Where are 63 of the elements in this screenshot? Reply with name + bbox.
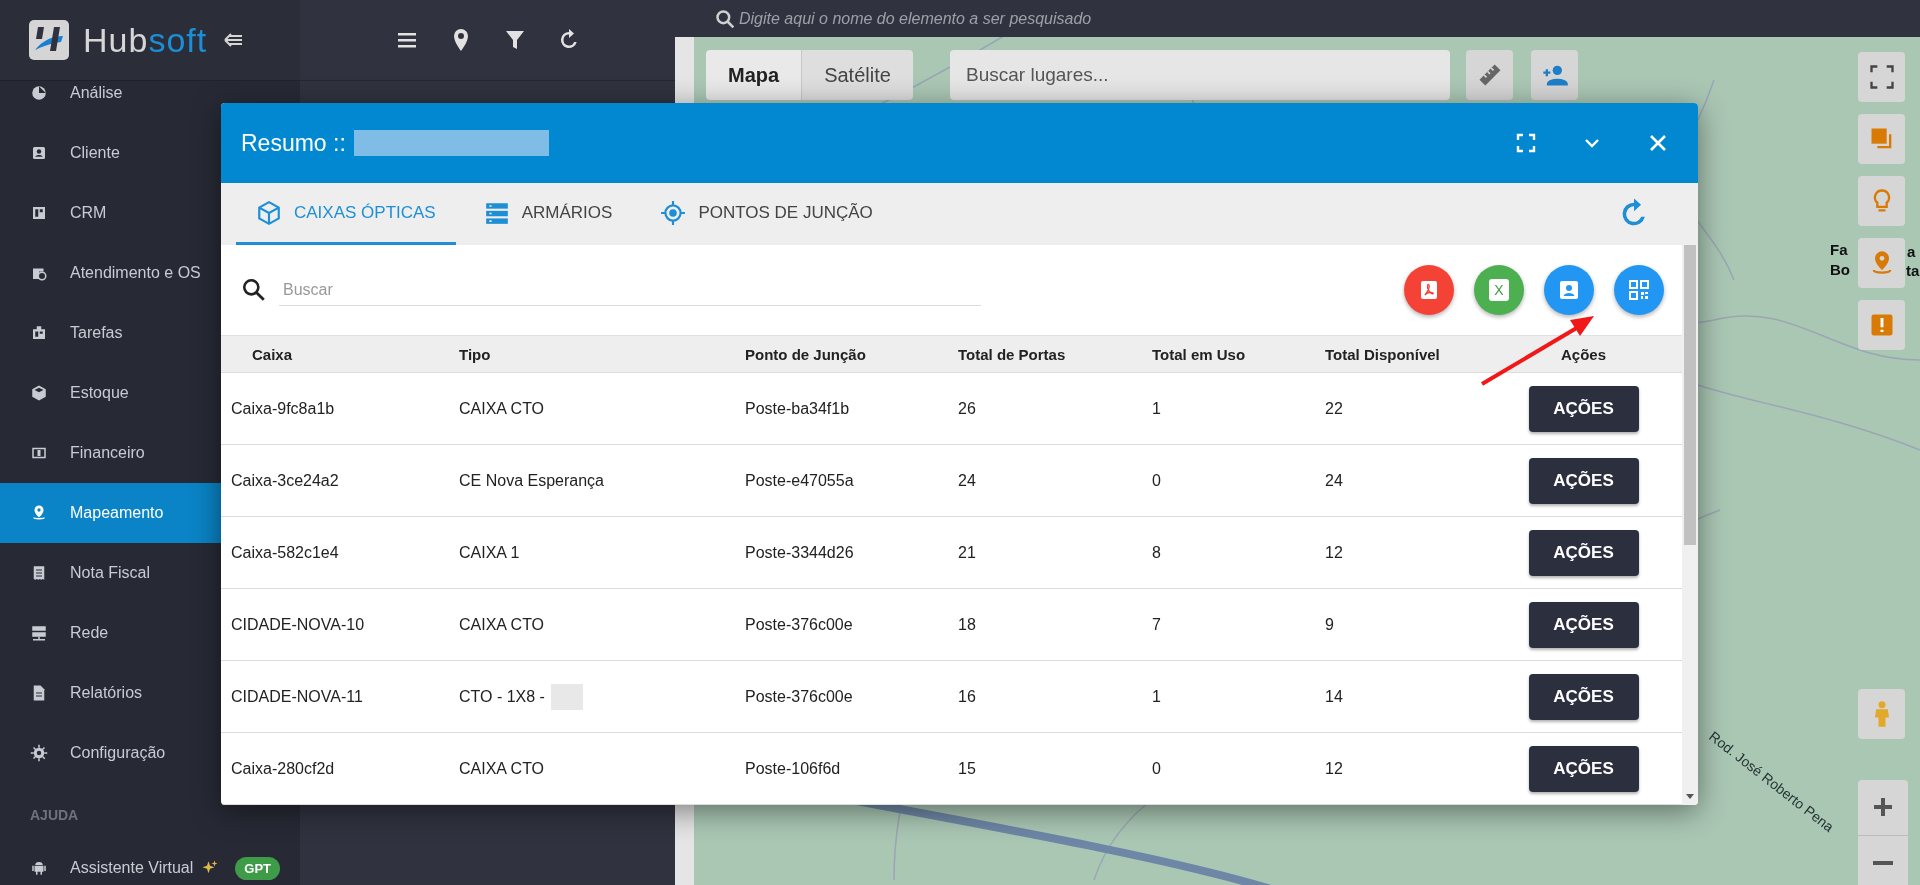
dialog-title: Resumo ::: [241, 129, 346, 157]
place-label: Fa: [1830, 242, 1848, 259]
table-cell-text: 0: [1152, 470, 1162, 491]
table-cell-text: 21: [958, 542, 977, 563]
sidebar-item-label: Assistente Virtual: [70, 859, 194, 877]
sidebar-item-label: Cliente: [70, 144, 120, 162]
table-cell-text: CIDADE-NOVA-11: [230, 686, 364, 707]
gpt-badge: GPT: [235, 856, 281, 880]
table-cell-text: 0: [1152, 758, 1162, 779]
table-cell-text: 12: [1325, 542, 1344, 563]
sidebar-item-label: Tarefas: [70, 324, 123, 342]
table-cell-text: 7: [1152, 614, 1162, 635]
table-cell-text: 24: [1325, 470, 1344, 491]
table-cell-text: Poste-106f6d: [745, 758, 842, 779]
sidebar-item-label: Análise: [70, 84, 123, 102]
sidebar-item-label: Relatórios: [70, 684, 143, 702]
sidebar-item-label: Atendimento e OS: [70, 264, 201, 282]
table-cell-text: 1: [1152, 686, 1162, 707]
place-label: ta: [1906, 263, 1920, 280]
table-cell-text: 22: [1325, 398, 1344, 419]
column-header: Ações: [1560, 344, 1607, 365]
table-cell-text: 15: [958, 758, 977, 779]
table-cell-text: 8: [1152, 542, 1162, 563]
table-cell-text: Poste-e47055a: [745, 470, 855, 491]
place-label: a: [1907, 244, 1916, 261]
table-cell-text: 26: [958, 398, 977, 419]
table-cell-text: 14: [1325, 686, 1344, 707]
table-cell-text: Poste-376c00e: [745, 686, 854, 707]
table-cell-text: Poste-ba34f1b: [745, 398, 851, 419]
table-cell: CAIXA CTO: [459, 615, 545, 634]
sidebar-item-label: Estoque: [70, 384, 129, 402]
column-header: Total de Portas: [958, 344, 1067, 365]
table-cell: CAIXA CTO: [459, 399, 545, 418]
column-header: Total Disponível: [1325, 344, 1441, 365]
column-header: Tipo: [459, 344, 492, 365]
table-cell-text: 16: [958, 686, 977, 707]
table-cell-text: 24: [958, 470, 977, 491]
logo-text: Hubsoft: [83, 20, 208, 60]
table-cell: CAIXA CTO: [459, 759, 545, 778]
table-cell-text: Caixa-582c1e4: [230, 542, 340, 563]
table-cell-text: Poste-3344d26: [745, 542, 855, 563]
table-cell-text: Caixa-9fc8a1b: [230, 398, 336, 419]
column-header: Caixa: [251, 344, 294, 365]
table-cell-text: 18: [958, 614, 977, 635]
place-label: Bo: [1830, 262, 1850, 279]
table-cell-text: 1: [1152, 398, 1162, 419]
table-cell: CTO - 1X8 -: [459, 687, 545, 706]
column-header: Total em Uso: [1152, 344, 1247, 365]
sidebar-item-label: Mapeamento: [70, 504, 164, 522]
table-cell-text: Caixa-280cf2d: [230, 758, 336, 779]
table-cell: CE Nova Esperança: [459, 471, 604, 490]
sidebar-item-label: Financeiro: [70, 444, 145, 462]
column-header: Ponto de Junção: [745, 344, 867, 365]
table-cell-text: 9: [1325, 614, 1335, 635]
table-cell-text: 12: [1325, 758, 1344, 779]
sidebar-item-label: Nota Fiscal: [70, 564, 151, 582]
sidebar-item-label: Rede: [70, 624, 109, 642]
table-cell-text: CIDADE-NOVA-10: [230, 614, 366, 635]
sidebar-item-label: CRM: [70, 204, 107, 222]
table-cell: CAIXA 1: [459, 543, 520, 562]
table-cell-text: Poste-376c00e: [745, 614, 854, 635]
sidebar-item-label: Configuração: [70, 744, 166, 762]
section-label: AJUDA: [29, 806, 80, 825]
